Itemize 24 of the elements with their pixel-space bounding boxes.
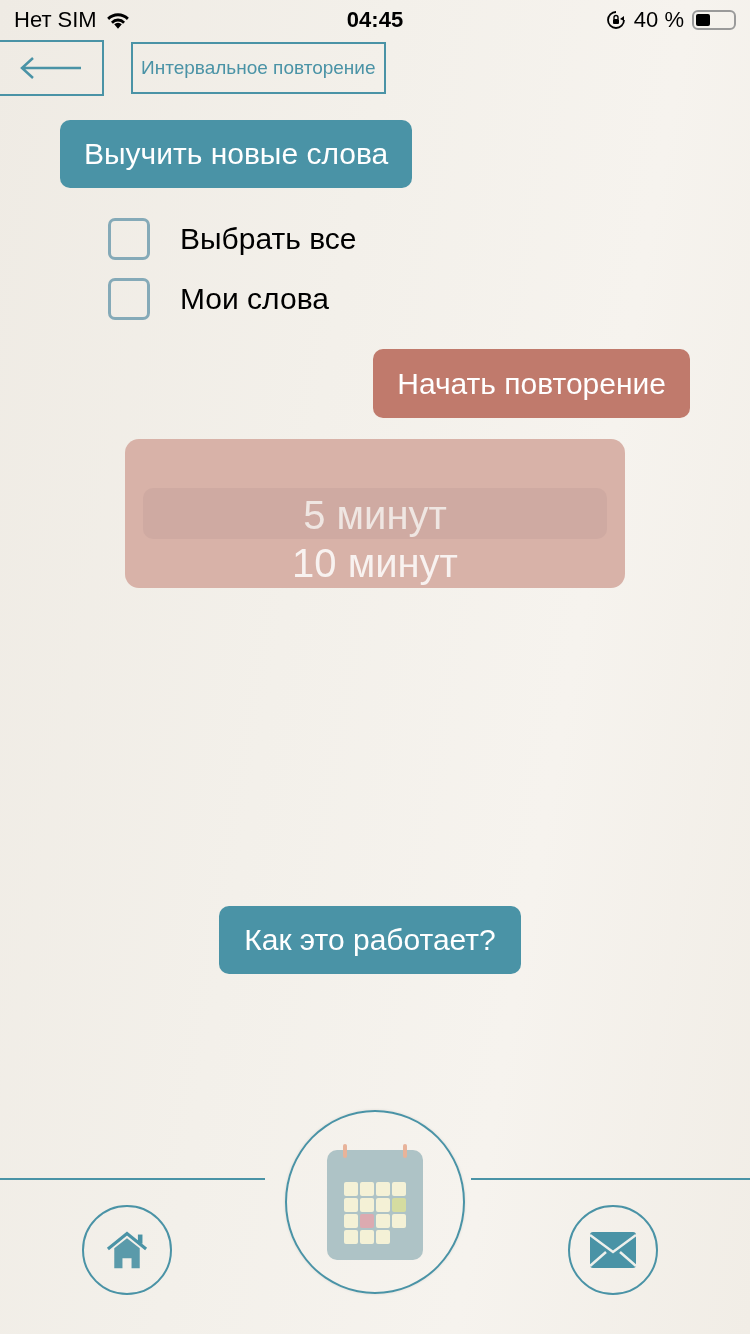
battery-icon [692,10,736,30]
carrier-label: Нет SIM [14,7,97,33]
mail-icon [590,1230,636,1270]
picker-option[interactable]: 10 минут [292,539,458,587]
home-tab-button[interactable] [82,1205,172,1295]
checkbox[interactable] [108,278,150,320]
home-icon [104,1230,150,1270]
mail-tab-button[interactable] [568,1205,658,1295]
picker-option[interactable]: 5 минут [303,491,447,539]
screen-title: Интервальное повторение [131,42,386,94]
back-arrow-icon [19,56,83,80]
calendar-tab-button[interactable] [285,1110,465,1294]
learn-words-button[interactable]: Выучить новые слова [60,120,413,188]
start-review-button[interactable]: Начать повторение [373,349,690,418]
checkbox-label: Мои слова [180,282,329,316]
checkbox-label: Выбрать все [180,222,357,256]
battery-percentage: 40 % [633,7,684,33]
interval-picker[interactable]: 5 минут 10 минут [125,439,625,588]
calendar-icon [327,1144,423,1260]
checkbox[interactable] [108,218,150,260]
clock-time: 04:45 [346,7,404,33]
rotation-lock-icon [605,10,626,30]
back-button[interactable] [0,40,104,96]
how-it-works-button[interactable]: Как это работает? [219,906,521,974]
